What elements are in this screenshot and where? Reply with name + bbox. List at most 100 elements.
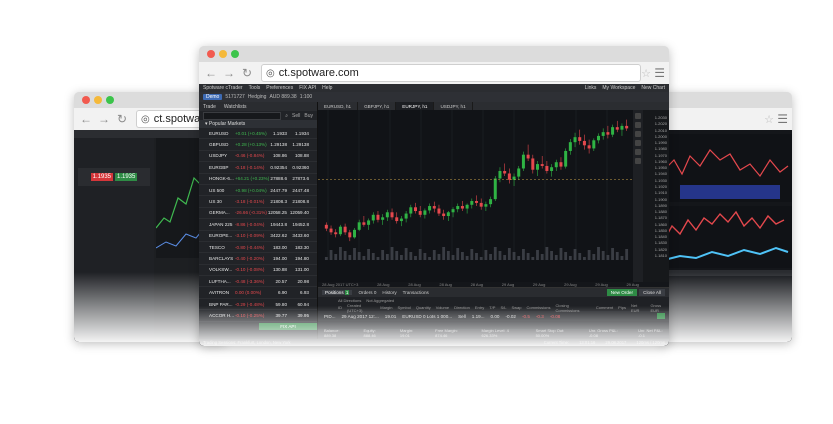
menu-links[interactable]: Links xyxy=(585,85,597,91)
trendline-icon[interactable] xyxy=(635,122,641,128)
symbol-ask[interactable]: 194.80 xyxy=(287,256,309,261)
symbol-bid[interactable]: 19443.8 xyxy=(265,222,287,227)
forward-arrow-icon[interactable]: → xyxy=(223,66,235,80)
symbol-ask[interactable]: 1.1934 xyxy=(287,131,309,136)
symbol-ask[interactable]: 108.88 xyxy=(287,153,309,158)
buy-price[interactable]: 1.1935 xyxy=(115,173,138,181)
account-number[interactable]: 5171727 xyxy=(225,94,244,100)
volume-bar xyxy=(498,251,502,260)
reload-icon[interactable]: ↻ xyxy=(241,66,253,80)
crosshair-icon[interactable] xyxy=(635,113,641,119)
indicator-icon[interactable] xyxy=(635,149,641,155)
symbol-ask[interactable]: 21808.8 xyxy=(287,199,309,204)
symbol-bid[interactable]: 6.90 xyxy=(265,290,287,295)
symbol-ask[interactable]: 1.29138 xyxy=(287,142,309,147)
zoom-out-icon[interactable] xyxy=(635,140,641,146)
browser-menu-icon[interactable]: ☰ xyxy=(654,66,665,80)
menu-workspace[interactable]: My Workspace xyxy=(602,85,635,91)
watchlist-group-header[interactable]: ▾ Popular Markets xyxy=(199,120,317,128)
tab-history[interactable]: History xyxy=(382,290,396,295)
symbol-bid[interactable]: 108.86 xyxy=(265,153,287,158)
symbol-ask[interactable]: 19452.8 xyxy=(287,222,309,227)
menu-help[interactable]: Help xyxy=(322,85,332,91)
symbol-ask[interactable]: 12059.40 xyxy=(287,210,309,215)
settings-icon[interactable] xyxy=(635,158,641,164)
symbol-bid[interactable]: 3422.62 xyxy=(265,233,287,238)
symbol-bid[interactable]: 27888.6 xyxy=(265,176,287,181)
candlestick-chart[interactable] xyxy=(318,110,633,282)
title-bar xyxy=(199,46,669,62)
symbol-bid[interactable]: 12058.25 xyxy=(265,210,287,215)
tab-positions[interactable]: Positions 1 xyxy=(322,290,353,295)
symbol-ask[interactable]: 27873.6 xyxy=(287,176,309,181)
symbol-bid[interactable]: 1.29138 xyxy=(265,142,287,147)
list-item[interactable]: JAPAN 225 -8.86 (-0.04%) 19443.8 19452.8 xyxy=(199,219,317,231)
bookmark-star-icon[interactable]: ☆ xyxy=(764,113,774,126)
symbol-bid[interactable]: 183.00 xyxy=(265,245,287,250)
chart-tab-eurjpy[interactable]: EURJPY, h1 xyxy=(396,102,435,110)
list-item[interactable]: AVITRON 0.00 (0.00%) 6.90 6.93 xyxy=(199,287,317,299)
tab-watchlists[interactable]: Watchlists xyxy=(224,104,247,110)
symbol-ask[interactable]: 131.00 xyxy=(287,267,309,272)
symbol-ask[interactable]: 0.92360 xyxy=(287,165,309,170)
symbol-bid[interactable]: 194.00 xyxy=(265,256,287,261)
browser-menu-icon[interactable]: ☰ xyxy=(777,112,788,126)
new-order-button[interactable]: New Order xyxy=(606,289,637,296)
symbol-bid[interactable]: 2447.79 xyxy=(265,188,287,193)
search-icon[interactable]: ⌕ xyxy=(285,113,288,119)
close-dot[interactable] xyxy=(82,96,90,104)
back-arrow-icon[interactable]: ← xyxy=(80,112,92,126)
menu-preferences[interactable]: Preferences xyxy=(266,85,293,91)
list-item[interactable]: EURGBP -0.18 (-0.14%) 0.92354 0.92360 xyxy=(199,162,317,174)
list-item[interactable]: GERMA... -26.66 (-0.31%) 12058.25 12059.40 xyxy=(199,208,317,220)
tab-transactions[interactable]: Transactions xyxy=(403,290,429,295)
sell-price[interactable]: 1.1935 xyxy=(90,173,113,181)
list-item[interactable]: GBPUSD +0.28 (+0.13%) 1.29138 1.29138 xyxy=(199,139,317,151)
demo-badge[interactable]: Demo xyxy=(203,94,223,100)
symbol-name: EURUSD xyxy=(209,130,229,136)
minimize-dot[interactable] xyxy=(94,96,102,104)
menu-new-chart[interactable]: New Chart xyxy=(641,85,665,91)
menu-app[interactable]: Spotware cTrader xyxy=(203,85,243,91)
bookmark-star-icon[interactable]: ☆ xyxy=(641,67,651,80)
tab-trade[interactable]: Trade xyxy=(203,104,216,110)
list-item[interactable]: US 30 -3.18 (-0.01%) 21808.3 21808.8 xyxy=(199,196,317,208)
chart-tab-eurusd[interactable]: EURUSD, h1 xyxy=(318,102,359,110)
list-item[interactable]: TESCO -0.80 (-0.44%) 183.00 183.30 xyxy=(199,242,317,254)
symbol-ask[interactable]: 20.98 xyxy=(287,279,310,284)
zoom-in-icon[interactable] xyxy=(635,131,641,137)
list-item[interactable]: USDJPY -0.46 (-0.84%) 108.86 108.88 xyxy=(199,151,317,163)
back-arrow-icon[interactable]: ← xyxy=(205,66,217,80)
list-item[interactable]: HONGK-6... +64.21 (+0.23%) 27888.6 27873.6 xyxy=(199,174,317,185)
symbol-search-input[interactable] xyxy=(203,111,282,120)
symbol-ask[interactable]: 6.93 xyxy=(287,290,309,295)
list-item[interactable]: EURUSD +0.01 (+0.45%) 1.1933 1.1934 xyxy=(199,128,317,140)
symbol-ask[interactable]: 183.30 xyxy=(287,245,309,250)
maximize-dot[interactable] xyxy=(106,96,114,104)
list-item[interactable]: LUFTHA... -0.48 (-3.36%) 20.57 20.98 xyxy=(199,276,317,288)
list-item[interactable]: US 500 +0.98 (+0.04%) 2447.79 2447.48 xyxy=(199,185,317,197)
menu-tools[interactable]: Tools xyxy=(249,85,261,91)
symbol-bid[interactable]: 21808.3 xyxy=(265,199,287,204)
forward-arrow-icon[interactable]: → xyxy=(98,112,110,126)
close-all-button[interactable]: Close All xyxy=(639,289,665,296)
list-item[interactable]: EUROPE... -3.10 (-0.09%) 3422.62 3433.60 xyxy=(199,231,317,242)
symbol-bid[interactable]: 130.88 xyxy=(265,267,287,272)
symbol-bid[interactable]: 20.57 xyxy=(265,279,288,284)
list-item[interactable]: VOLKSW... -0.10 (-0.08%) 130.88 131.00 xyxy=(199,265,317,277)
chart-tab-usdjpy[interactable]: USDJPY, h1 xyxy=(434,102,473,110)
tab-orders[interactable]: Orders 0 xyxy=(358,290,376,295)
symbol-ask[interactable]: 2447.48 xyxy=(287,188,309,193)
url-field[interactable]: ◎ ct.spotware.com xyxy=(261,64,641,82)
symbol-bid[interactable]: 1.1933 xyxy=(265,131,287,136)
chart-tab-gbpjpy[interactable]: GBPJPY, h1 xyxy=(358,102,397,110)
symbol-ask[interactable]: 3433.60 xyxy=(287,233,309,238)
symbol-bid[interactable]: 0.92354 xyxy=(265,165,287,170)
menu-fix-api[interactable]: FIX API xyxy=(299,85,316,91)
reload-icon[interactable]: ↻ xyxy=(116,112,128,126)
list-item[interactable]: BARCLAYS -0.40 (-0.20%) 194.00 194.80 xyxy=(199,253,317,265)
maximize-dot[interactable] xyxy=(231,50,239,58)
minimize-dot[interactable] xyxy=(219,50,227,58)
close-dot[interactable] xyxy=(207,50,215,58)
volume-bar xyxy=(339,247,342,260)
